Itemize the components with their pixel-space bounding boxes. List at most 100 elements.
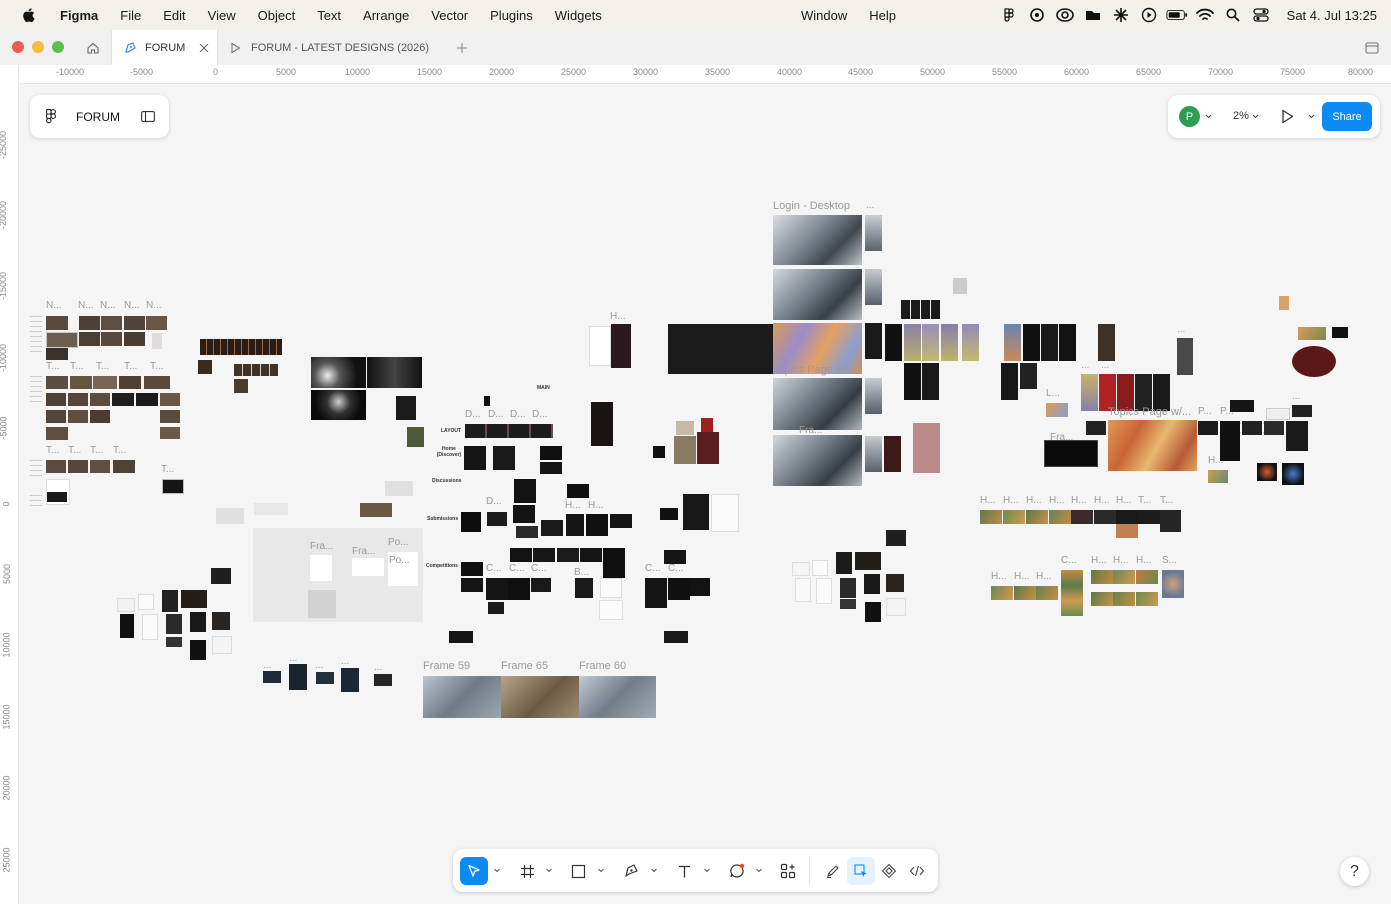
menu-object[interactable]: Object	[247, 8, 307, 23]
frame-thumbnail[interactable]	[1041, 324, 1058, 361]
cloud-folder-icon[interactable]	[1082, 7, 1104, 23]
frame-thumbnail[interactable]	[690, 578, 710, 596]
frame-thumbnail[interactable]	[79, 332, 100, 346]
frame-thumbnail[interactable]	[541, 520, 563, 536]
frame-thumbnail[interactable]	[901, 300, 910, 319]
frame-thumbnail[interactable]	[922, 363, 939, 400]
user-avatar[interactable]: P	[1179, 106, 1200, 127]
frame-thumbnail[interactable]	[664, 550, 686, 564]
text-notes[interactable]	[30, 460, 42, 476]
photo-frame[interactable]	[311, 390, 366, 420]
menubar-datetime[interactable]: Sat 4. Jul 13:25	[1287, 8, 1377, 23]
frame-thumbnail[interactable]	[484, 396, 490, 406]
frame-tool-button[interactable]	[513, 857, 541, 885]
frame-thumbnail[interactable]	[676, 421, 694, 435]
frame-thumbnail[interactable]	[124, 332, 145, 346]
frame-thumbnail[interactable]	[1279, 296, 1289, 310]
frame-thumbnail[interactable]	[120, 614, 134, 638]
frame-thumbnail[interactable]	[660, 508, 678, 520]
frame-thumbnail[interactable]	[510, 548, 532, 562]
window-minimize-button[interactable]	[32, 41, 44, 53]
frame-thumbnail[interactable]	[93, 376, 117, 389]
chevron-down-icon[interactable]	[545, 866, 553, 874]
frame-thumbnail[interactable]	[855, 552, 881, 570]
menu-edit[interactable]: Edit	[152, 8, 196, 23]
tab-forum[interactable]: FORUM	[111, 30, 218, 65]
frame-thumbnail[interactable]	[1059, 324, 1076, 361]
frame-thumbnail[interactable]	[1332, 327, 1348, 338]
ellipse-shape[interactable]	[1292, 346, 1336, 377]
share-button[interactable]: Share	[1322, 102, 1372, 131]
frame-thumbnail[interactable]	[1208, 470, 1228, 483]
frame-thumbnail[interactable]	[464, 446, 486, 470]
component-mode-button[interactable]	[875, 857, 903, 885]
frame-thumbnail[interactable]	[1242, 421, 1262, 435]
frame-60[interactable]	[579, 676, 656, 718]
frame-thumbnail[interactable]	[697, 432, 719, 464]
photo-frame[interactable]	[367, 357, 422, 388]
comment-tool-button[interactable]	[723, 857, 751, 885]
chevron-down-icon[interactable]	[1308, 114, 1315, 119]
frame-thumbnail[interactable]	[567, 484, 589, 498]
menu-app-figma[interactable]: Figma	[52, 8, 109, 23]
chevron-down-icon[interactable]	[1205, 114, 1212, 119]
frame-thumbnail[interactable]	[212, 612, 230, 630]
frame-thumbnail[interactable]	[68, 460, 88, 473]
frame-thumbnail[interactable]	[101, 316, 122, 330]
control-center-icon[interactable]	[1250, 7, 1272, 23]
frame-thumbnail[interactable]	[566, 514, 584, 536]
frame-thumbnail[interactable]	[136, 393, 158, 406]
design-mode-button[interactable]	[847, 857, 875, 885]
frame-thumbnail[interactable]	[152, 333, 162, 349]
frame-thumbnail[interactable]	[865, 436, 882, 472]
frame-thumbnail[interactable]	[341, 668, 359, 692]
frame-thumbnail[interactable]	[1036, 586, 1058, 600]
frame-thumbnail[interactable]	[374, 674, 392, 686]
text-notes[interactable]	[30, 316, 42, 356]
chevron-down-icon[interactable]	[755, 866, 763, 874]
file-name[interactable]: FORUM	[76, 110, 120, 124]
frame-thumbnail[interactable]	[46, 316, 68, 330]
frame-thumbnail[interactable]	[575, 578, 593, 598]
frame-thumbnail[interactable]	[90, 460, 110, 473]
frame-thumbnail[interactable]	[1116, 510, 1138, 538]
frame-thumbnail[interactable]	[865, 378, 882, 414]
play-circle-icon[interactable]	[1138, 7, 1160, 23]
frame-thumbnail[interactable]	[941, 324, 958, 361]
frame-thumbnail[interactable]	[921, 300, 930, 319]
frame-59[interactable]	[423, 676, 501, 718]
wifi-icon[interactable]	[1194, 7, 1216, 23]
frame-thumbnail[interactable]	[396, 396, 416, 420]
menu-widgets[interactable]: Widgets	[544, 8, 613, 23]
frame-thumbnail[interactable]	[840, 578, 856, 598]
frame-thumbnail[interactable]	[962, 324, 979, 361]
frame-thumbnail[interactable]	[792, 562, 810, 576]
wireframe[interactable]	[352, 558, 384, 576]
frame-thumbnail[interactable]	[160, 410, 180, 423]
frame-thumbnail[interactable]	[181, 590, 207, 608]
frame-thumbnail[interactable]	[407, 427, 424, 447]
frame-thumbnail[interactable]	[68, 410, 88, 423]
frame-thumbnail[interactable]	[234, 379, 248, 393]
frame-thumbnail[interactable]	[904, 324, 921, 361]
frame-thumbnail[interactable]	[212, 636, 232, 654]
frame-thumbnail[interactable]	[449, 631, 473, 643]
frame-thumbnail[interactable]	[112, 393, 134, 406]
creative-cloud-icon[interactable]	[1054, 7, 1076, 23]
frame-thumbnail[interactable]	[913, 423, 940, 473]
frame-thumbnail[interactable]	[773, 435, 862, 486]
frame-thumbnail[interactable]	[190, 612, 206, 632]
frame-thumbnail[interactable]	[1020, 363, 1037, 389]
menu-arrange[interactable]: Arrange	[352, 8, 420, 23]
frame-thumbnail[interactable]	[953, 278, 967, 294]
menu-file[interactable]: File	[109, 8, 152, 23]
frame-thumbnail[interactable]	[865, 269, 882, 305]
frame-thumbnail[interactable]	[493, 446, 515, 470]
frame-thumbnail[interactable]	[46, 393, 66, 406]
menu-help[interactable]: Help	[858, 8, 907, 23]
menu-view[interactable]: View	[197, 8, 247, 23]
frame-thumbnail[interactable]	[580, 548, 602, 562]
frame-thumbnail[interactable]	[886, 574, 904, 592]
wireframe[interactable]	[310, 555, 332, 581]
frame-thumbnail[interactable]	[1091, 592, 1113, 606]
